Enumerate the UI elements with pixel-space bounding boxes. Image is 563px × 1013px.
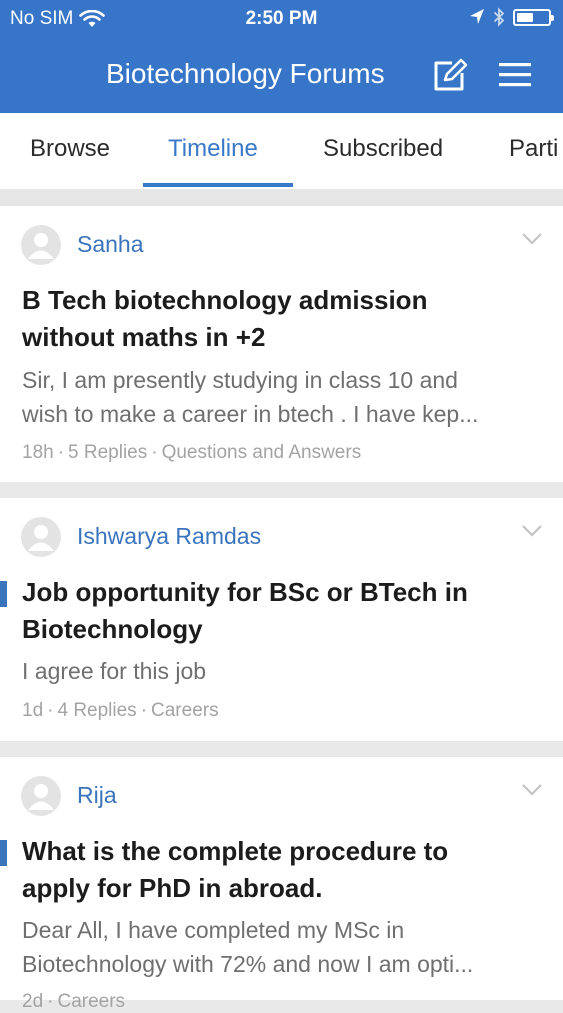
page-title: Biotechnology Forums bbox=[106, 58, 385, 89]
post-category[interactable]: Careers bbox=[151, 700, 219, 721]
user-placeholder-icon bbox=[28, 525, 54, 551]
post-excerpt-line: wish to make a career in btech . I have … bbox=[22, 401, 479, 427]
post-category[interactable]: Questions and Answers bbox=[162, 442, 362, 463]
post-meta: 2d · Careers bbox=[22, 991, 126, 1012]
post-excerpt: Sir, I am presently studying in class 10… bbox=[22, 363, 542, 431]
bluetooth-icon bbox=[493, 7, 505, 27]
post-excerpt-line: Sir, I am presently studying in class 10… bbox=[22, 367, 458, 393]
post-card[interactable]: Rija What is the complete procedure to a… bbox=[0, 757, 563, 1012]
post-age: 2d bbox=[22, 991, 44, 1012]
chevron-down-icon[interactable] bbox=[521, 783, 543, 797]
post-card[interactable]: Sanha B Tech biotechnology admission wit… bbox=[0, 206, 563, 482]
location-arrow-icon bbox=[470, 9, 484, 24]
app-header: No SIM 2:50 PM Biotechnology Forums bbox=[0, 0, 563, 113]
battery-level bbox=[517, 12, 533, 22]
post-meta: 1d · 4 Replies · Careers bbox=[22, 700, 219, 721]
avatar[interactable] bbox=[21, 776, 61, 816]
post-excerpt: Dear All, I have completed my MSc in Bio… bbox=[22, 913, 542, 981]
post-title[interactable]: B Tech biotechnology admission without m… bbox=[22, 282, 542, 356]
post-excerpt: I agree for this job bbox=[22, 654, 542, 688]
forum-tabs: Browse Timeline Subscribed Parti bbox=[0, 113, 563, 189]
tab-browse[interactable]: Browse bbox=[30, 135, 110, 163]
avatar[interactable] bbox=[21, 225, 61, 265]
post-replies: 5 Replies bbox=[68, 442, 148, 463]
post-age: 1d bbox=[22, 700, 44, 721]
post-excerpt-line: Dear All, I have completed my MSc in bbox=[22, 917, 405, 943]
post-category[interactable]: Careers bbox=[57, 991, 125, 1012]
post-title-line: Job opportunity for BSc or BTech in bbox=[22, 577, 468, 607]
chevron-down-icon[interactable] bbox=[521, 232, 543, 246]
active-tab-indicator bbox=[143, 183, 293, 187]
chevron-down-icon[interactable] bbox=[521, 524, 543, 538]
post-excerpt-line: Biotechnology with 72% and now I am opti… bbox=[22, 951, 474, 977]
unread-indicator bbox=[0, 840, 7, 866]
status-indicators bbox=[469, 7, 554, 27]
avatar[interactable] bbox=[21, 517, 61, 557]
post-author[interactable]: Rija bbox=[77, 782, 117, 809]
post-author[interactable]: Sanha bbox=[77, 231, 144, 258]
post-excerpt-line: I agree for this job bbox=[22, 658, 207, 684]
user-placeholder-icon bbox=[28, 784, 54, 810]
post-author[interactable]: Ishwarya Ramdas bbox=[77, 523, 261, 550]
hamburger-menu-icon[interactable] bbox=[497, 60, 533, 90]
post-card[interactable]: Ishwarya Ramdas Job opportunity for BSc … bbox=[0, 498, 563, 741]
compose-icon[interactable] bbox=[432, 58, 468, 92]
post-age: 18h bbox=[22, 442, 54, 463]
tab-subscribed[interactable]: Subscribed bbox=[323, 135, 443, 163]
post-title-line: without maths in +2 bbox=[22, 322, 266, 352]
post-title[interactable]: Job opportunity for BSc or BTech in Biot… bbox=[22, 574, 542, 648]
post-title-line: Biotechnology bbox=[22, 614, 203, 644]
post-title-line: What is the complete procedure to bbox=[22, 836, 449, 866]
post-title-line: apply for PhD in abroad. bbox=[22, 873, 323, 903]
unread-indicator bbox=[0, 581, 7, 607]
battery-icon bbox=[513, 8, 554, 26]
status-bar: No SIM 2:50 PM bbox=[0, 0, 563, 38]
post-meta: 18h · 5 Replies · Questions and Answers bbox=[22, 442, 362, 463]
tabs-divider bbox=[0, 189, 563, 206]
tab-timeline[interactable]: Timeline bbox=[168, 135, 258, 163]
user-placeholder-icon bbox=[28, 233, 54, 259]
post-replies: 4 Replies bbox=[57, 700, 137, 721]
post-title[interactable]: What is the complete procedure to apply … bbox=[22, 833, 542, 907]
post-title-line: B Tech biotechnology admission bbox=[22, 285, 428, 315]
tab-participated[interactable]: Parti bbox=[509, 135, 558, 163]
